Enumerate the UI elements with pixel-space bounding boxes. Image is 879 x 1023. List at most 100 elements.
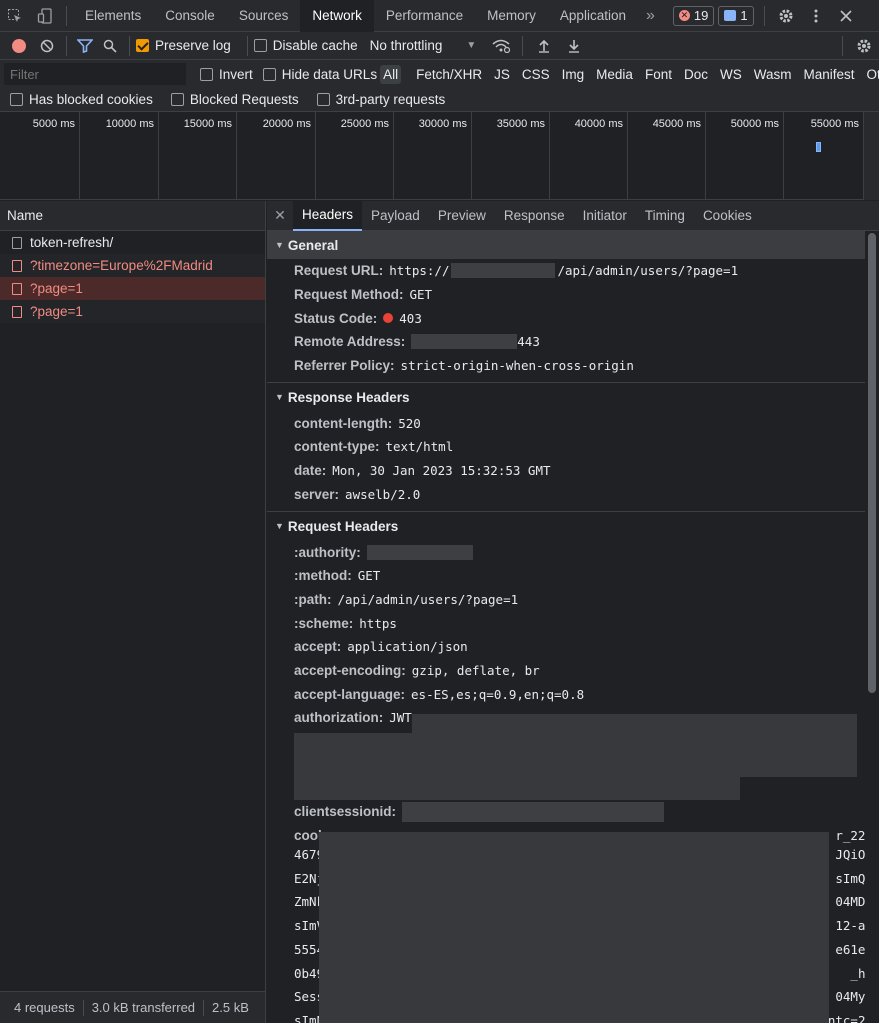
blocked-requests-option[interactable]: Blocked Requests — [170, 92, 299, 107]
scrollbar-thumb[interactable] — [868, 233, 876, 693]
more-options-icon[interactable] — [801, 0, 831, 32]
has-blocked-cookies-checkbox[interactable] — [10, 93, 23, 106]
type-filter-ws[interactable]: WS — [717, 65, 745, 84]
has-blocked-cookies-option[interactable]: Has blocked cookies — [10, 92, 153, 107]
tab-timing[interactable]: Timing — [636, 201, 694, 231]
file-icon — [12, 282, 22, 295]
timeline-request-bar — [816, 142, 821, 152]
divider — [66, 5, 67, 26]
blocked-requests-checkbox[interactable] — [170, 93, 184, 106]
transferred-size: 3.0 kB transferred — [91, 1000, 196, 1015]
invert-checkbox[interactable] — [200, 67, 213, 81]
request-detail-panel: ✕ Headers Payload Preview Response Initi… — [267, 201, 879, 1023]
timeline-tick: 20000 ms — [237, 112, 316, 200]
file-icon — [12, 259, 22, 272]
status-code-row: Status Code: 403 — [267, 306, 879, 330]
preserve-log-checkbox[interactable] — [136, 39, 149, 52]
tab-sources[interactable]: Sources — [227, 0, 301, 32]
import-har-icon[interactable] — [529, 30, 559, 62]
device-toolbar-icon[interactable] — [30, 0, 60, 32]
request-headers-section-header[interactable]: ▼ Request Headers — [267, 512, 879, 540]
throttling-select[interactable]: No throttling — [370, 38, 443, 53]
timeline-scroll-area — [864, 112, 879, 200]
type-filter-doc[interactable]: Doc — [681, 65, 711, 84]
search-icon[interactable] — [97, 30, 123, 62]
response-headers-section-header[interactable]: ▼ Response Headers — [267, 383, 879, 411]
hide-data-urls-checkbox[interactable] — [262, 67, 276, 81]
tab-payload[interactable]: Payload — [362, 201, 429, 231]
hide-data-urls-option[interactable]: Hide data URLs — [262, 67, 377, 82]
tab-performance[interactable]: Performance — [374, 0, 475, 32]
network-status-bar: 4 requests 3.0 kB transferred 2.5 kB — [0, 991, 266, 1023]
triangle-down-icon: ▼ — [275, 521, 284, 532]
tab-elements[interactable]: Elements — [73, 0, 153, 32]
disable-cache-checkbox[interactable] — [253, 39, 267, 52]
tab-preview[interactable]: Preview — [429, 201, 495, 231]
close-devtools-icon[interactable] — [831, 0, 861, 32]
export-har-icon[interactable] — [559, 30, 589, 62]
type-filter-css[interactable]: CSS — [519, 65, 553, 84]
tab-response[interactable]: Response — [495, 201, 574, 231]
response-header-row: date: Mon, 30 Jan 2023 15:32:53 GMT — [267, 459, 879, 483]
settings-gear-icon[interactable] — [771, 0, 801, 32]
tab-cookies[interactable]: Cookies — [694, 201, 761, 231]
request-row[interactable]: ?timezone=Europe%2FMadrid — [0, 254, 265, 277]
error-count: 19 — [693, 8, 709, 23]
third-party-checkbox[interactable] — [316, 93, 330, 106]
clear-icon[interactable] — [34, 30, 60, 62]
name-column-header[interactable]: Name — [0, 201, 265, 231]
messages-badge[interactable]: 1 — [718, 5, 754, 26]
type-filter-fetch-xhr[interactable]: Fetch/XHR — [413, 65, 485, 84]
header-key: :scheme: — [294, 615, 354, 631]
invert-option[interactable]: Invert — [200, 67, 253, 82]
header-value: 520 — [398, 415, 421, 431]
network-conditions-icon[interactable] — [486, 30, 516, 62]
request-name: ?page=1 — [30, 281, 83, 296]
request-header-row: :authority: — [267, 540, 879, 564]
tab-application[interactable]: Application — [548, 0, 638, 32]
tab-initiator[interactable]: Initiator — [574, 201, 636, 231]
file-icon — [12, 305, 22, 318]
type-filter-manifest[interactable]: Manifest — [800, 65, 857, 84]
type-filter-all[interactable]: All — [380, 64, 402, 84]
type-filter-img[interactable]: Img — [559, 65, 588, 84]
tab-console[interactable]: Console — [153, 0, 227, 32]
type-filter-media[interactable]: Media — [593, 65, 636, 84]
timeline-overview[interactable]: 5000 ms 10000 ms 15000 ms 20000 ms 25000… — [0, 112, 879, 200]
type-filter-wasm[interactable]: Wasm — [751, 65, 795, 84]
header-value: Mon, 30 Jan 2023 15:32:53 GMT — [332, 463, 551, 479]
header-value: es-ES,es;q=0.9,en;q=0.8 — [411, 686, 585, 702]
request-row-selected[interactable]: ?page=1 — [0, 277, 265, 300]
tab-headers[interactable]: Headers — [293, 201, 363, 231]
network-settings-gear-icon[interactable] — [849, 30, 879, 62]
third-party-option[interactable]: 3rd-party requests — [316, 92, 445, 107]
request-row[interactable]: ?page=1 — [0, 300, 265, 323]
detail-scrollbar[interactable] — [865, 231, 879, 1023]
general-section-header[interactable]: ▼ General — [267, 231, 879, 259]
redacted-block — [402, 801, 665, 822]
tab-memory[interactable]: Memory — [475, 0, 548, 32]
errors-badge[interactable]: ✕ 19 — [672, 5, 715, 26]
inspect-element-icon[interactable] — [0, 0, 30, 32]
type-filter-other[interactable]: Other — [864, 65, 879, 84]
filter-input[interactable] — [4, 63, 186, 85]
type-filter-font[interactable]: Font — [642, 65, 675, 84]
close-icon[interactable]: ✕ — [267, 201, 293, 231]
request-row[interactable]: token-refresh/ — [0, 231, 265, 254]
record-button[interactable] — [12, 38, 26, 53]
type-filter-js[interactable]: JS — [491, 65, 513, 84]
message-icon — [724, 10, 737, 21]
header-value: 403 — [399, 310, 422, 326]
redacted-authorization-block — [412, 714, 857, 733]
header-value: application/json — [347, 639, 468, 655]
more-tabs-button[interactable]: » — [638, 7, 663, 25]
error-icon: ✕ — [678, 10, 690, 21]
status-error-dot-icon — [383, 313, 394, 324]
filter-icon[interactable] — [73, 30, 97, 62]
timeline-tick: 35000 ms — [472, 112, 550, 200]
header-key: Request URL: — [294, 263, 384, 279]
tab-network[interactable]: Network — [300, 0, 374, 32]
chevron-down-icon[interactable]: ▼ — [466, 40, 476, 51]
header-key: authorization: — [294, 710, 384, 726]
header-key: Request Method: — [294, 287, 404, 303]
